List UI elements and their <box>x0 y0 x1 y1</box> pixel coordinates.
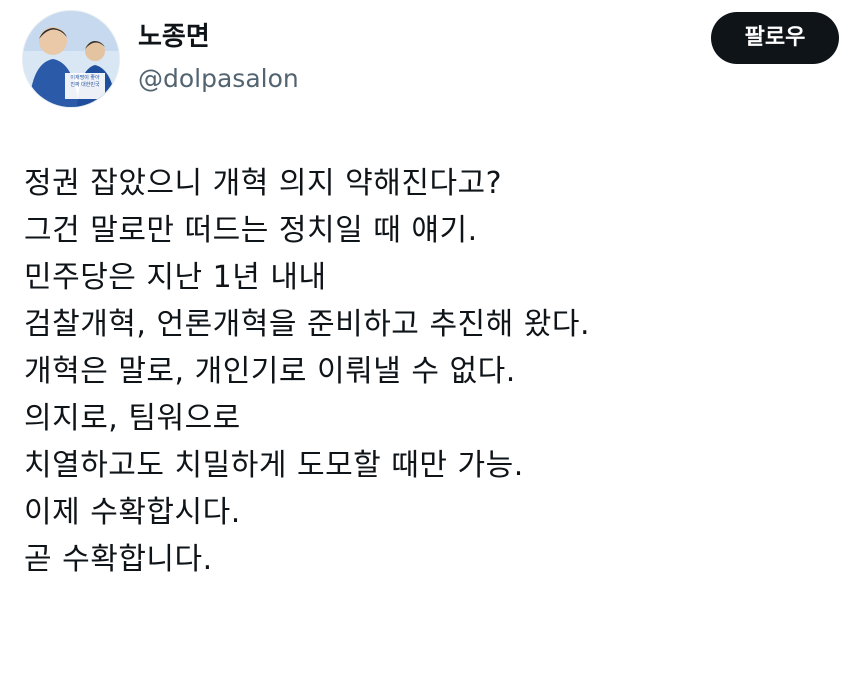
avatar-banner-text: 이재명이 좋아 진짜 대한민국 <box>65 75 105 89</box>
tweet-line: 개혁은 말로, 개인기로 이뤄낼 수 없다. <box>24 354 516 389</box>
tweet-text: 정권 잡았으니 개혁 의지 약해진다고? 그건 말로만 떠드는 정치일 때 얘기… <box>24 160 824 583</box>
follow-button[interactable]: 팔로우 <box>711 12 839 64</box>
author-display-name[interactable]: 노종면 <box>138 20 210 54</box>
profile-photo-icon <box>23 11 119 107</box>
tweet-line: 곧 수확합니다. <box>24 542 213 577</box>
author-avatar[interactable]: 이재명이 좋아 진짜 대한민국 <box>22 10 120 108</box>
author-username[interactable]: @dolpasalon <box>138 62 299 96</box>
tweet-line: 검찰개혁, 언론개혁을 준비하고 추진해 왔다. <box>24 307 591 342</box>
tweet-line: 이제 수확합시다. <box>24 495 241 530</box>
tweet-line: 민주당은 지난 1년 내내 <box>24 260 327 295</box>
avatar-banner-line-1: 이재명이 좋아 <box>70 75 100 81</box>
tweet-header: 이재명이 좋아 진짜 대한민국 노종면 @dolpasalon 팔로우 <box>0 0 850 120</box>
tweet-line: 정권 잡았으니 개혁 의지 약해진다고? <box>24 166 503 201</box>
avatar-banner-line-2: 진짜 대한민국 <box>70 82 100 88</box>
tweet-line: 치열하고도 치밀하게 도모할 때만 가능. <box>24 448 524 483</box>
tweet-line: 그건 말로만 떠드는 정치일 때 얘기. <box>24 213 478 248</box>
tweet-line: 의지로, 팀워으로 <box>24 401 241 436</box>
